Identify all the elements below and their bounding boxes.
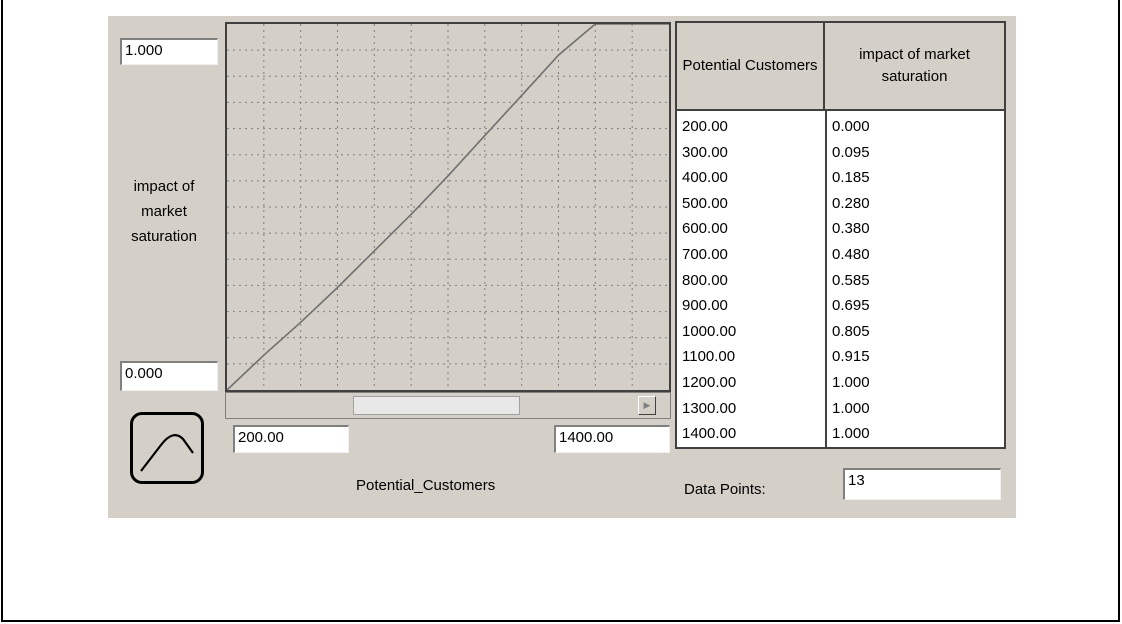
cell-potential-customers[interactable]: 900.00 — [682, 293, 728, 318]
cell-impact[interactable]: 1.000 — [832, 396, 870, 421]
cell-potential-customers[interactable]: 1000.00 — [682, 319, 736, 344]
cell-impact[interactable]: 1.000 — [832, 421, 870, 446]
table-row[interactable]: 700.00 0.480 — [677, 242, 1004, 267]
cell-impact[interactable]: 0.280 — [832, 191, 870, 216]
cell-potential-customers[interactable]: 500.00 — [682, 191, 728, 216]
graph-plot-area[interactable] — [225, 22, 671, 392]
cell-potential-customers[interactable]: 1200.00 — [682, 370, 736, 395]
table-body: 200.00 0.000 300.00 0.095 400.00 0.185 500.00 0… — [677, 111, 1004, 447]
table-row[interactable]: 1200.00 1.000 — [677, 370, 1004, 395]
x-min-field[interactable]: 200.00 — [233, 425, 349, 453]
cell-impact[interactable]: 0.585 — [832, 268, 870, 293]
table-row[interactable]: 1300.00 1.000 — [677, 396, 1004, 421]
curve-graph-icon — [140, 434, 194, 472]
table-row[interactable]: 500.00 0.280 — [677, 191, 1004, 216]
cell-potential-customers[interactable]: 600.00 — [682, 216, 728, 241]
graphical-function-panel: 1.000 impact of market saturation 0.000 … — [108, 16, 1016, 518]
cell-potential-customers[interactable]: 700.00 — [682, 242, 728, 267]
y-min-field[interactable]: 0.000 — [120, 361, 218, 391]
table-row[interactable]: 600.00 0.380 — [677, 216, 1004, 241]
table-row[interactable]: 800.00 0.585 — [677, 268, 1004, 293]
cell-impact[interactable]: 0.915 — [832, 344, 870, 369]
cell-impact[interactable]: 1.000 — [832, 370, 870, 395]
arrow-right-icon: ▶ — [643, 400, 651, 410]
data-points-label: Data Points: — [684, 481, 766, 498]
cell-potential-customers[interactable]: 1400.00 — [682, 421, 736, 446]
cell-impact[interactable]: 0.695 — [832, 293, 870, 318]
cell-potential-customers[interactable]: 200.00 — [682, 114, 728, 139]
table-row[interactable]: 900.00 0.695 — [677, 293, 1004, 318]
cell-potential-customers[interactable]: 300.00 — [682, 140, 728, 165]
cell-impact[interactable]: 0.000 — [832, 114, 870, 139]
table-row[interactable]: 1400.00 1.000 — [677, 421, 1004, 446]
graph-scrollbar[interactable]: ◀ ▶ — [225, 392, 671, 419]
cell-impact[interactable]: 0.185 — [832, 165, 870, 190]
scroll-right-button[interactable]: ▶ — [638, 396, 656, 415]
grid-lines — [227, 24, 669, 390]
data-points-field[interactable]: 13 — [843, 468, 1001, 500]
cell-potential-customers[interactable]: 400.00 — [682, 165, 728, 190]
y-max-field[interactable]: 1.000 — [120, 38, 218, 65]
cell-potential-customers[interactable]: 800.00 — [682, 268, 728, 293]
table-row[interactable]: 300.00 0.095 — [677, 140, 1004, 165]
table-row[interactable]: 1100.00 0.915 — [677, 344, 1004, 369]
cell-impact[interactable]: 0.480 — [832, 242, 870, 267]
column-header-potential-customers: Potential Customers — [677, 23, 825, 109]
data-table[interactable]: Potential Customers impact of market sat… — [675, 21, 1006, 449]
table-row[interactable]: 400.00 0.185 — [677, 165, 1004, 190]
column-header-impact: impact of market saturation — [859, 46, 970, 85]
x-axis-label: Potential_Customers — [356, 477, 496, 494]
function-graph[interactable] — [227, 24, 669, 390]
scroll-thumb[interactable] — [353, 396, 520, 415]
cell-potential-customers[interactable]: 1100.00 — [682, 344, 735, 369]
x-max-field[interactable]: 1400.00 — [554, 425, 670, 453]
cell-potential-customers[interactable]: 1300.00 — [682, 396, 736, 421]
cell-impact[interactable]: 0.380 — [832, 216, 870, 241]
cell-impact[interactable]: 0.805 — [832, 319, 870, 344]
table-header: Potential Customers impact of market sat… — [677, 23, 1004, 111]
y-axis-label: impact of market saturation — [131, 178, 197, 245]
table-row[interactable]: 1000.00 0.805 — [677, 319, 1004, 344]
table-row[interactable]: 200.00 0.000 — [677, 114, 1004, 139]
graph-type-button[interactable] — [130, 412, 204, 484]
cell-impact[interactable]: 0.095 — [832, 140, 870, 165]
